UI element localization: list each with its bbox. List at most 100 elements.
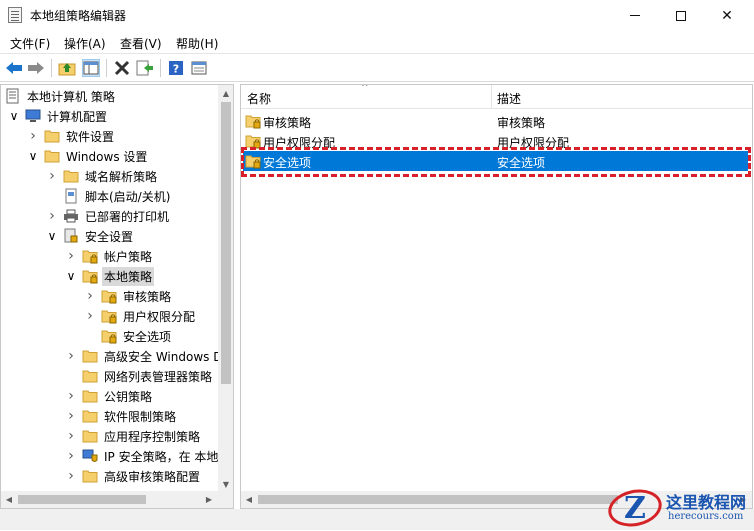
lock-folder-icon (82, 270, 98, 284)
folder-icon (82, 470, 98, 483)
expand-open-icon[interactable]: ∨ (47, 226, 57, 246)
tree-item-label: 本地策略 (102, 266, 155, 286)
tree-item[interactable]: › 用户权限分配 (85, 306, 197, 326)
tree-vertical-scrollbar[interactable]: ▲ ▼ (218, 85, 233, 492)
lock-folder-icon (245, 155, 261, 169)
tree-item-label: 应用程序控制策略 (104, 429, 201, 444)
expand-closed-icon[interactable]: › (66, 386, 76, 406)
expand-closed-icon[interactable]: › (66, 406, 76, 426)
tree-item-label: 安全设置 (85, 229, 134, 244)
properties-pane-button[interactable] (190, 59, 208, 77)
svg-text:?: ? (173, 63, 179, 76)
script-icon (65, 188, 77, 204)
folder-icon (44, 130, 60, 143)
close-button[interactable]: ✕ (704, 0, 750, 31)
expand-closed-icon[interactable]: › (85, 286, 95, 306)
column-header-name[interactable]: 名称 (247, 90, 271, 107)
expand-closed-icon[interactable]: › (47, 166, 57, 186)
list-header: 名称 ^ 描述 (241, 85, 752, 109)
logo-letter: Z (624, 490, 646, 526)
sort-ascending-icon: ^ (361, 84, 369, 93)
scroll-left-icon[interactable]: ◀ (241, 491, 257, 508)
menu-help[interactable]: 帮助(H) (176, 35, 218, 52)
scroll-up-icon[interactable]: ▲ (218, 85, 233, 101)
tree-item[interactable]: 脚本(启动/关机) (47, 186, 172, 206)
column-header-description[interactable]: 描述 (497, 90, 521, 107)
expand-closed-icon[interactable]: › (28, 126, 38, 146)
tree-item[interactable]: 本地计算机 策略 (5, 86, 117, 106)
tree-item[interactable]: › 应用程序控制策略 (66, 426, 202, 446)
tree-item[interactable]: › 域名解析策略 (47, 166, 159, 186)
tree-horizontal-scrollbar[interactable]: ◀ ▶ (1, 491, 218, 508)
expand-closed-icon[interactable]: › (85, 306, 95, 326)
lock-folder-icon (101, 310, 117, 324)
list-item[interactable]: 用户权限分配 用户权限分配 (243, 131, 748, 151)
tree-item-label: 高级审核策略配置 (104, 469, 201, 484)
expand-closed-icon[interactable]: › (66, 426, 76, 446)
tree-item[interactable]: 网络列表管理器策略 (66, 366, 214, 386)
tree-item[interactable]: › 已部署的打印机 (47, 206, 171, 226)
scroll-thumb[interactable] (221, 102, 231, 384)
tree-item[interactable]: › 软件限制策略 (66, 406, 178, 426)
column-divider[interactable] (491, 85, 492, 109)
tree-item[interactable]: ∨ 计算机配置 (9, 106, 109, 126)
show-hide-tree-icon (83, 61, 99, 75)
help-icon: ? (169, 61, 183, 76)
tree-item[interactable]: › 软件设置 (28, 126, 116, 146)
up-button[interactable] (58, 59, 76, 77)
menu-view[interactable]: 查看(V) (120, 35, 162, 52)
export-list-icon (136, 60, 153, 76)
menu-action[interactable]: 操作(A) (64, 35, 106, 52)
list-pane: 名称 ^ 描述 审核策略 审核策略 用户权限分配 用户权限分配 安全选项 安全选项 ◀ ▶ (240, 84, 753, 509)
lock-folder-icon (101, 290, 117, 304)
tree-item-label: 高级安全 Windows D (104, 349, 223, 364)
tree-item[interactable]: › 高级审核策略配置 (66, 466, 202, 486)
scroll-down-icon[interactable]: ▼ (218, 476, 233, 492)
expand-closed-icon[interactable]: › (66, 346, 76, 366)
forward-arrow-icon (28, 62, 44, 74)
tree-item[interactable]: ∨ 本地策略 (66, 266, 155, 286)
expand-open-icon[interactable]: ∨ (66, 266, 76, 286)
up-folder-icon (58, 63, 76, 76)
show-hide-tree-button[interactable] (82, 59, 100, 77)
back-arrow-icon (6, 62, 22, 74)
tree-item[interactable]: › 高级安全 Windows D (66, 346, 224, 366)
list-item-name: 安全选项 (263, 156, 312, 170)
lock-folder-icon (245, 135, 261, 149)
export-list-button[interactable] (136, 59, 154, 77)
tree-item[interactable]: 安全选项 (85, 326, 173, 346)
tree-item-label: 已部署的打印机 (85, 209, 170, 224)
maximize-button[interactable] (658, 0, 704, 31)
list-item-name: 用户权限分配 (263, 136, 336, 150)
help-button[interactable]: ? (167, 59, 185, 77)
expand-closed-icon[interactable]: › (47, 206, 57, 226)
minimize-button[interactable] (612, 0, 658, 31)
list-item[interactable]: 安全选项 安全选项 (243, 151, 748, 171)
list-item[interactable]: 审核策略 审核策略 (243, 111, 748, 131)
scroll-right-icon[interactable]: ▶ (201, 491, 217, 508)
back-button[interactable] (5, 59, 23, 77)
tree-item[interactable]: ∨ Windows 设置 (28, 146, 149, 166)
expand-closed-icon[interactable]: › (66, 246, 76, 266)
menu-file[interactable]: 文件(F) (10, 35, 50, 52)
scroll-thumb[interactable] (258, 495, 618, 504)
tree-item-label: 计算机配置 (47, 109, 108, 124)
tree-item-label: 安全选项 (123, 329, 172, 344)
tree-item[interactable]: › IP 安全策略，在 本地 (66, 446, 220, 466)
menu-bar: 文件(F) 操作(A) 查看(V) 帮助(H) (0, 31, 754, 53)
tree-item-label: 软件限制策略 (104, 409, 177, 424)
scroll-thumb[interactable] (18, 495, 146, 504)
expand-open-icon[interactable]: ∨ (9, 106, 19, 126)
expand-closed-icon[interactable]: › (66, 466, 76, 486)
folder-icon (82, 410, 98, 423)
delete-button[interactable] (113, 59, 131, 77)
tree-item[interactable]: › 公钥策略 (66, 386, 154, 406)
expand-closed-icon[interactable]: › (66, 446, 76, 466)
forward-button[interactable] (27, 59, 45, 77)
tree-item[interactable]: › 审核策略 (85, 286, 173, 306)
tree-item[interactable]: › 帐户策略 (66, 246, 154, 266)
scroll-left-icon[interactable]: ◀ (1, 491, 17, 508)
expand-open-icon[interactable]: ∨ (28, 146, 38, 166)
folder-icon (82, 350, 98, 363)
tree-item[interactable]: ∨ 安全设置 (47, 226, 135, 246)
